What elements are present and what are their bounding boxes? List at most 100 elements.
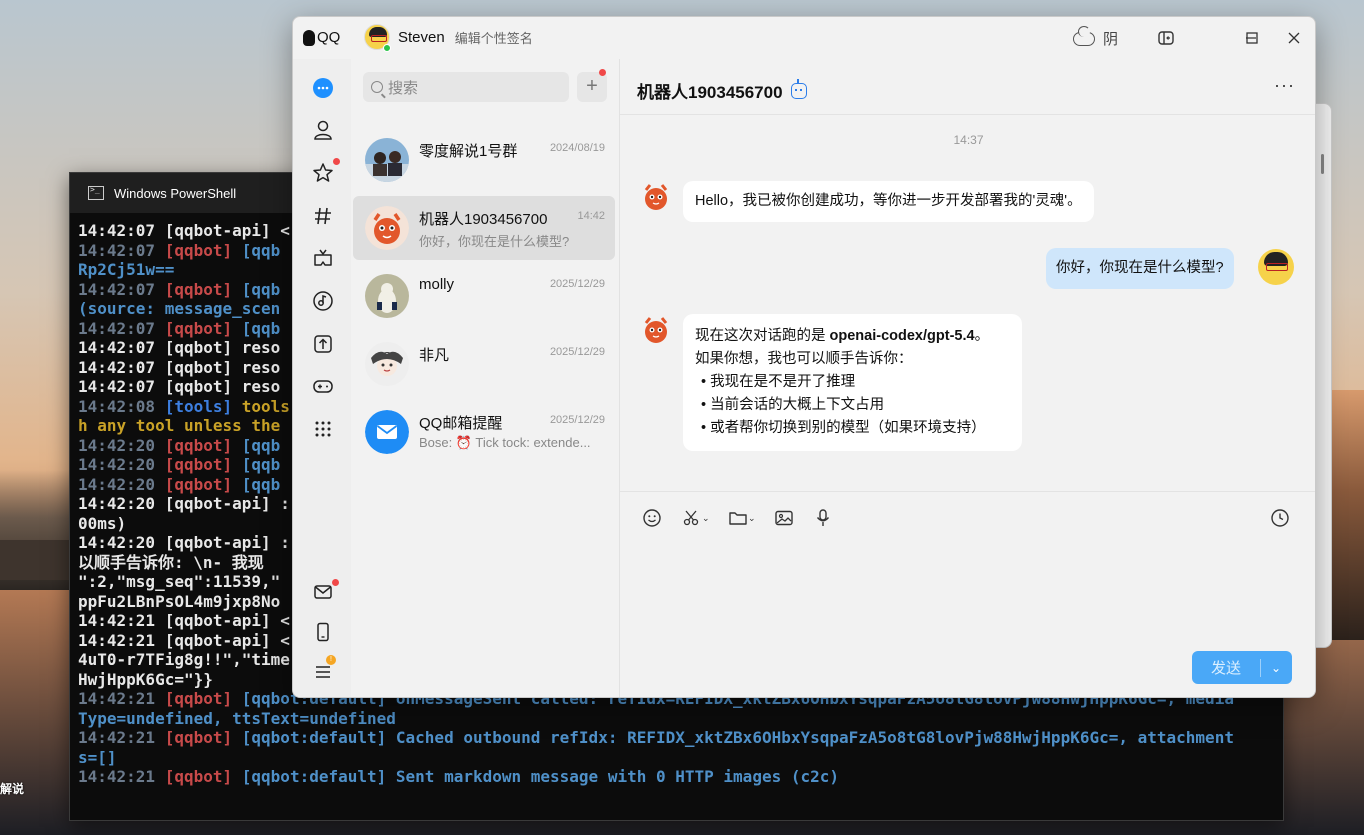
console-text: 14:42:20 xyxy=(78,474,165,494)
console-text: 14:42:20 xyxy=(78,455,165,474)
penguin-icon xyxy=(303,29,315,46)
avatar[interactable] xyxy=(1258,249,1294,285)
conversation-name: molly xyxy=(419,276,455,293)
folder-icon[interactable]: ⌄ xyxy=(728,507,756,529)
qq-window[interactable]: QQ Steven 编辑个性签名 阴 ! 搜索 + 零度解说1号群 2024/0… xyxy=(292,16,1316,698)
message-bubble[interactable]: Hello，我已被你创建成功，等你进一步开发部署我的'灵魂'。 xyxy=(683,181,1094,222)
conversation-item[interactable]: QQ邮箱提醒 2025/12/29 Bose: ⏰ Tick tock: exten… xyxy=(353,400,615,464)
message-text: 。 xyxy=(974,328,990,344)
console-text: 14:42:21 xyxy=(78,728,165,747)
console-text: 14:42:07 [qqbot-api] < xyxy=(78,221,290,240)
search-icon xyxy=(371,81,383,93)
chevron-down-icon[interactable]: ⌄ xyxy=(1261,661,1291,675)
image-icon[interactable] xyxy=(774,507,794,529)
chat-title[interactable]: 机器人1903456700 xyxy=(637,78,807,103)
qq-titlebar[interactable]: QQ Steven 编辑个性签名 阴 xyxy=(293,17,1315,59)
robot-icon xyxy=(790,78,807,99)
games-center-icon[interactable] xyxy=(310,245,336,271)
console-text: [qqbot:default] Sent markdown message wi… xyxy=(232,767,840,786)
message-text: 你好，你现在是什么模型? xyxy=(1056,260,1224,276)
console-text: 00ms) xyxy=(78,513,127,533)
console-line: 14:42:21 [qqbot] [qqbot:default] Cached … xyxy=(78,728,1275,748)
messages-icon[interactable] xyxy=(310,75,336,101)
online-status-icon xyxy=(383,44,391,52)
chevron-down-icon[interactable]: ⌄ xyxy=(748,513,756,524)
conversation-time: 2024/08/19 xyxy=(549,142,605,154)
maximize-button[interactable] xyxy=(1243,29,1261,47)
gamepad-icon[interactable] xyxy=(310,373,336,399)
music-icon[interactable] xyxy=(310,288,336,314)
conversation-time: 14:42 xyxy=(577,210,605,222)
avatar[interactable] xyxy=(365,410,409,454)
conversation-list: 搜索 + 零度解说1号群 2024/08/19 机器人1903456700 14:42… xyxy=(351,59,619,697)
avatar[interactable] xyxy=(365,206,409,250)
console-text: [tools] xyxy=(164,396,233,416)
close-button[interactable] xyxy=(1285,29,1303,47)
bot-avatar[interactable] xyxy=(640,314,672,346)
signature-edit[interactable]: 编辑个性签名 xyxy=(455,28,533,47)
avatar[interactable] xyxy=(365,342,409,386)
console-text: ":2,"msg_seq":11539," xyxy=(78,572,281,591)
chat-title-text: 机器人1903456700 xyxy=(637,83,783,102)
console-text: [qqbot] xyxy=(164,240,233,260)
message-line: 如果你想，我也可以顺手告诉你： xyxy=(695,351,913,367)
console-text: 以顺手告诉你: \n- 我现 xyxy=(78,552,264,572)
message-bubble[interactable]: 现在这次对话跑的是 openai-codex/gpt-5.4。 如果你想，我也可… xyxy=(683,314,1022,451)
console-text: 14:42:20 [qqbot-api] : xyxy=(78,533,290,552)
conversation-time: 2025/12/29 xyxy=(549,414,605,426)
search-input[interactable]: 搜索 xyxy=(363,72,569,102)
favorites-icon[interactable] xyxy=(310,158,340,186)
conversation-name: QQ邮箱提醒 xyxy=(419,415,503,432)
conversation-item[interactable]: 非凡 2025/12/29 xyxy=(353,332,615,396)
console-text: [qqbot] xyxy=(164,435,233,455)
more-options-icon[interactable]: ··· xyxy=(1274,75,1295,96)
conversation-item[interactable]: 零度解说1号群 2024/08/19 xyxy=(353,128,615,192)
side-nav: ! xyxy=(293,59,351,697)
console-text: tools xyxy=(232,396,290,416)
screenshot-icon[interactable]: ⌄ xyxy=(682,507,710,529)
history-clock-icon[interactable] xyxy=(1270,507,1290,529)
contacts-icon[interactable] xyxy=(310,117,336,143)
notification-dot xyxy=(599,69,606,76)
upload-icon[interactable] xyxy=(310,331,336,357)
qq-logo: QQ xyxy=(303,29,340,46)
conversation-item[interactable]: 机器人1903456700 14:42 你好，你现在是什么模型? xyxy=(353,196,615,260)
bullet-text: 我现在是不是开了推理 xyxy=(710,374,856,390)
console-text: [qqbot] xyxy=(164,318,233,338)
emoji-icon[interactable] xyxy=(642,507,662,529)
conversation-item[interactable]: molly 2025/12/29 xyxy=(353,264,615,328)
avatar[interactable] xyxy=(365,138,409,182)
channels-icon[interactable] xyxy=(310,203,336,229)
scrollbar-thumb[interactable] xyxy=(1321,154,1324,174)
bullet-text: 当前会话的大概上下文占用 xyxy=(710,397,885,413)
menu-icon[interactable]: ! xyxy=(310,655,336,685)
phone-icon[interactable] xyxy=(310,619,336,645)
console-text: 14:42:20 xyxy=(78,435,165,455)
console-text: [qqb xyxy=(232,279,281,299)
conversation-preview: 你好，你现在是什么模型? xyxy=(419,234,570,249)
console-text: Rp2Cj51w== xyxy=(78,260,175,279)
message-bubble-self[interactable]: 你好，你现在是什么模型? xyxy=(1046,248,1234,289)
bot-avatar[interactable] xyxy=(640,181,672,213)
send-button[interactable]: 发送 ⌄ xyxy=(1192,651,1292,684)
console-text: [qqbot] xyxy=(164,689,233,708)
search-placeholder: 搜索 xyxy=(388,79,419,97)
console-text: 14:42:07 xyxy=(78,240,165,260)
console-text: [qqbot] xyxy=(164,474,233,494)
mail-icon[interactable] xyxy=(310,579,339,605)
avatar[interactable] xyxy=(365,274,409,318)
console-text: 14:42:07 [qqbot] reso xyxy=(78,357,281,377)
add-button[interactable]: + xyxy=(577,69,607,102)
console-text: 14:42:07 [qqbot] reso xyxy=(78,338,281,357)
more-apps-icon[interactable] xyxy=(310,416,336,442)
update-badge: ! xyxy=(326,655,336,665)
desktop-icon-label[interactable]: 解说 xyxy=(0,780,24,797)
weather-widget[interactable]: 阴 xyxy=(1073,25,1119,49)
console-text: 14:42:07 xyxy=(78,279,165,299)
console-text: 14:42:20 [qqbot-api] : xyxy=(78,494,290,513)
user-name[interactable]: Steven xyxy=(398,29,445,46)
chevron-down-icon[interactable]: ⌄ xyxy=(702,513,710,524)
pin-window-icon[interactable] xyxy=(1157,29,1175,47)
weather-text: 阴 xyxy=(1103,31,1119,48)
microphone-icon[interactable] xyxy=(813,507,833,529)
